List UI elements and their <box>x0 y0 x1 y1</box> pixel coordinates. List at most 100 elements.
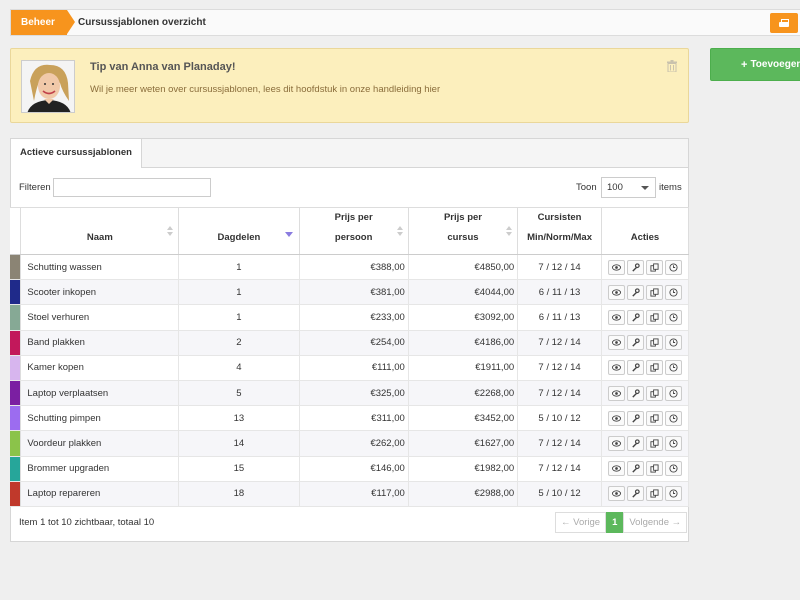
cell-dagdelen: 5 <box>178 380 300 407</box>
clock-button[interactable] <box>664 385 682 401</box>
eye-button[interactable] <box>607 309 625 325</box>
eye-button[interactable] <box>607 335 625 351</box>
eye-button[interactable] <box>607 385 625 401</box>
column-header-cursisten[interactable]: Cursisten Min/Norm/Max <box>517 207 602 255</box>
print-button[interactable] <box>770 13 798 33</box>
wrench-icon <box>631 262 640 272</box>
clock-button[interactable] <box>664 360 682 376</box>
clock-button[interactable] <box>664 435 682 451</box>
plus-icon: + <box>741 58 748 71</box>
cell-prijs-persoon: €111,00 <box>299 355 409 381</box>
cell-dagdelen: 1 <box>178 279 300 306</box>
copy-button[interactable] <box>645 410 663 426</box>
add-button-label: Toevoegen <box>750 59 800 70</box>
table-row[interactable]: Brommer upgraden 15 €146,00 €1982,00 7 / 12 … <box>10 456 690 482</box>
filter-row: Filteren Toon 100 items <box>11 169 688 207</box>
column-header-naam[interactable]: Naam <box>20 207 180 255</box>
tab-active-templates[interactable]: Actieve cursussjablonen <box>11 139 142 168</box>
filter-label: Filteren <box>19 182 51 193</box>
copy-button[interactable] <box>645 284 663 300</box>
copy-icon <box>650 414 659 423</box>
table-row[interactable]: Schutting wassen 1 €388,00 €4850,00 7 / 12 /… <box>10 254 690 281</box>
add-button[interactable]: + Toevoegen <box>710 48 800 81</box>
wrench-button[interactable] <box>626 461 644 477</box>
clock-button[interactable] <box>664 486 682 502</box>
trash-icon[interactable] <box>667 60 677 72</box>
page-button-1[interactable]: 1 <box>606 512 624 533</box>
table-row[interactable]: Scooter inkopen 1 €381,00 €4044,00 6 / 11 / … <box>10 279 690 306</box>
table-row[interactable]: Voordeur plakken 14 €262,00 €1627,00 7 / 12 … <box>10 430 690 457</box>
cell-prijs-persoon: €117,00 <box>299 481 409 507</box>
color-swatch <box>10 380 22 407</box>
cell-prijs-cursus: €2268,00 <box>408 380 519 407</box>
eye-button[interactable] <box>607 259 625 275</box>
page-size-select[interactable]: 100 <box>601 177 656 198</box>
table-row[interactable]: Laptop verplaatsen 5 €325,00 €2268,00 7 / 12… <box>10 380 690 407</box>
clock-button[interactable] <box>664 284 682 300</box>
clock-icon <box>669 363 678 372</box>
table-row[interactable]: Kamer kopen 4 €111,00 €1911,00 7 / 12 / 14 <box>10 355 690 381</box>
copy-button[interactable] <box>645 461 663 477</box>
cell-dagdelen: 1 <box>178 254 300 281</box>
wrench-button[interactable] <box>626 385 644 401</box>
column-header-prijs-persoon[interactable]: Prijs per persoon <box>299 207 409 255</box>
copy-button[interactable] <box>645 360 663 376</box>
eye-icon <box>611 288 621 297</box>
table-row[interactable]: Schutting pimpen 13 €311,00 €3452,00 5 / 10 … <box>10 405 690 432</box>
color-swatch <box>10 279 22 306</box>
column-header-acties: Acties <box>601 207 690 255</box>
eye-button[interactable] <box>607 360 625 376</box>
wrench-button[interactable] <box>626 309 644 325</box>
eye-button[interactable] <box>607 435 625 451</box>
eye-button[interactable] <box>607 486 625 502</box>
clock-icon <box>669 338 678 347</box>
eye-button[interactable] <box>607 461 625 477</box>
copy-icon <box>650 439 659 448</box>
column-header-prijs-cursus[interactable]: Prijs per cursus <box>408 207 519 255</box>
copy-button[interactable] <box>645 435 663 451</box>
wrench-button[interactable] <box>626 410 644 426</box>
copy-button[interactable] <box>645 259 663 275</box>
cell-acties <box>601 456 690 482</box>
eye-button[interactable] <box>607 410 625 426</box>
color-swatch <box>10 330 22 356</box>
cell-naam: Schutting wassen <box>20 254 180 281</box>
clock-icon <box>669 263 678 272</box>
clock-button[interactable] <box>664 309 682 325</box>
table-row[interactable]: Stoel verhuren 1 €233,00 €3092,00 6 / 11 / 1… <box>10 304 690 331</box>
wrench-button[interactable] <box>626 486 644 502</box>
prev-page-button[interactable]: ← Vorige <box>555 512 607 533</box>
avatar <box>21 60 75 113</box>
wrench-button[interactable] <box>626 335 644 351</box>
clock-button[interactable] <box>664 259 682 275</box>
copy-button[interactable] <box>645 335 663 351</box>
clock-button[interactable] <box>664 461 682 477</box>
copy-icon <box>650 464 659 473</box>
filter-input[interactable] <box>53 178 211 197</box>
wrench-button[interactable] <box>626 284 644 300</box>
wrench-icon <box>631 338 640 347</box>
copy-button[interactable] <box>645 309 663 325</box>
copy-button[interactable] <box>645 486 663 502</box>
cell-prijs-persoon: €146,00 <box>299 456 409 482</box>
print-icon <box>779 18 789 28</box>
cell-prijs-persoon: €381,00 <box>299 279 409 306</box>
row-actions <box>607 335 682 351</box>
tip-link[interactable]: hier <box>424 84 440 95</box>
clock-button[interactable] <box>664 335 682 351</box>
color-column-header <box>10 207 22 255</box>
table-row[interactable]: Laptop repareren 18 €117,00 €2988,00 5 / 10 … <box>10 481 690 507</box>
column-header-dagdelen[interactable]: Dagdelen <box>178 207 300 255</box>
clock-button[interactable] <box>664 410 682 426</box>
table-row[interactable]: Band plakken 2 €254,00 €4186,00 7 / 12 / 14 <box>10 330 690 356</box>
copy-icon <box>650 363 659 372</box>
breadcrumb-home[interactable]: Beheer <box>11 10 75 35</box>
wrench-button[interactable] <box>626 435 644 451</box>
eye-button[interactable] <box>607 284 625 300</box>
cell-dagdelen: 14 <box>178 430 300 457</box>
copy-button[interactable] <box>645 385 663 401</box>
next-page-button[interactable]: Volgende → <box>623 512 688 533</box>
wrench-button[interactable] <box>626 360 644 376</box>
copy-icon <box>650 388 659 398</box>
wrench-button[interactable] <box>626 259 644 275</box>
